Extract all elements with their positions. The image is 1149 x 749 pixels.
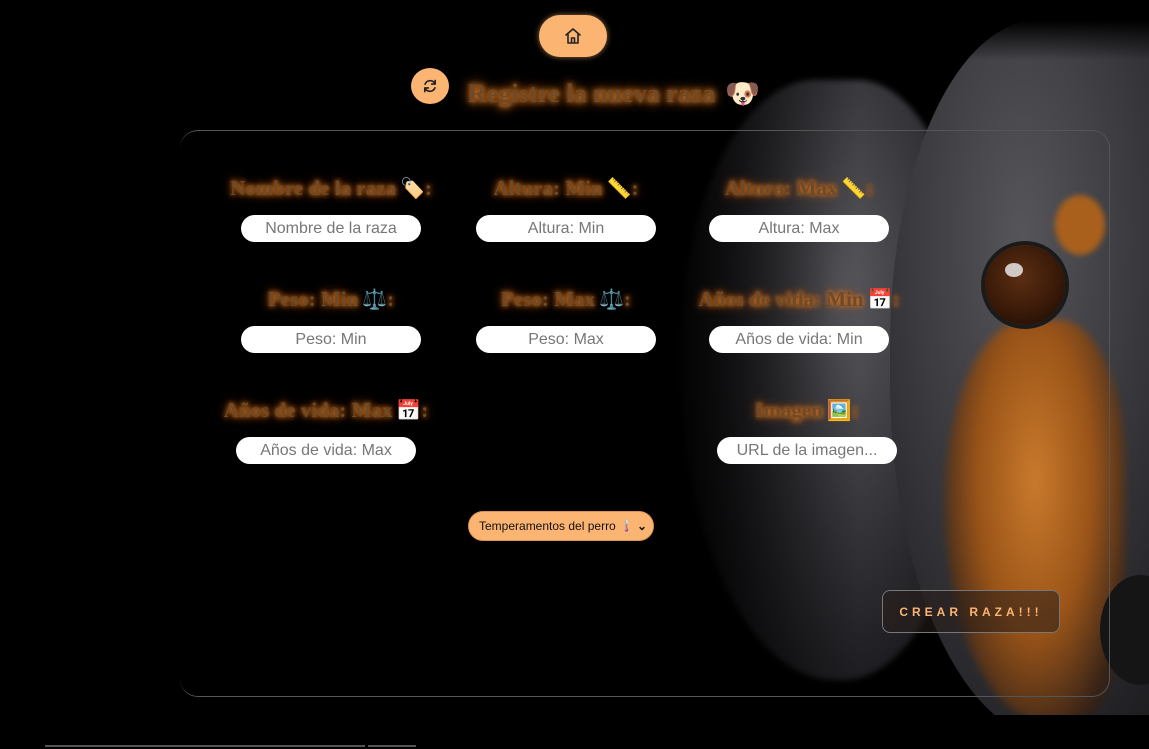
field-lifespan-min: Años de vida: Min 📅: — [674, 284, 924, 353]
calendar-icon: 📅 — [867, 289, 893, 311]
scales-icon: ⚖️ — [598, 289, 624, 311]
field-height-min: Altura: Min 📏: — [441, 173, 691, 242]
field-label: Altura: Min 📏: — [493, 176, 639, 200]
home-icon — [565, 28, 581, 44]
page-title-text: Registre la nueva raza — [468, 79, 716, 108]
field-breed-name: Nombre de la raza 🏷️: — [206, 173, 456, 242]
field-height-max: Altura: Max 📏: — [674, 173, 924, 242]
field-weight-min: Peso: Min ⚖️: — [206, 284, 456, 353]
field-label: Años de vida: Max 📅: — [223, 398, 429, 422]
field-label: Años de vida: Min 📅: — [698, 287, 900, 311]
field-weight-max: Peso: Max ⚖️: — [441, 284, 691, 353]
field-lifespan-max: Años de vida: Max 📅: — [201, 395, 451, 464]
create-breed-button[interactable]: CREAR RAZA!!! — [882, 590, 1060, 633]
field-label: Imagen 🖼️: — [755, 398, 859, 422]
scrollbar[interactable] — [45, 745, 365, 747]
field-label: Altura: Max 📏: — [724, 176, 874, 200]
field-label: Nombre de la raza 🏷️: — [230, 176, 432, 200]
refresh-icon — [423, 79, 437, 93]
dog-face-icon: 🐶 — [725, 79, 761, 110]
chevron-down-icon: ⌄ — [636, 519, 647, 533]
page-title: Registre la nueva raza 🐶 — [468, 74, 760, 114]
tag-icon: 🏷️ — [399, 178, 425, 200]
height-max-input[interactable] — [709, 215, 889, 242]
temperament-select[interactable]: Temperamentos del perro 🌡️ ⌄ — [468, 511, 654, 541]
scrollbar-thumb[interactable] — [368, 745, 416, 747]
ruler-icon: 📏 — [606, 178, 632, 200]
height-min-input[interactable] — [476, 215, 656, 242]
scales-icon: ⚖️ — [362, 289, 388, 311]
breed-name-input[interactable] — [241, 215, 421, 242]
ruler-icon: 📏 — [841, 178, 867, 200]
framed-picture-icon: 🖼️ — [826, 400, 852, 422]
field-label: Peso: Max ⚖️: — [501, 287, 631, 311]
field-label: Peso: Min ⚖️: — [267, 287, 395, 311]
image-url-input[interactable] — [717, 437, 897, 464]
home-button[interactable] — [539, 15, 607, 57]
weight-min-input[interactable] — [241, 326, 421, 353]
calendar-icon: 📅 — [396, 400, 422, 422]
refresh-button[interactable] — [411, 68, 449, 104]
lifespan-min-input[interactable] — [709, 326, 889, 353]
temperament-select-value: Temperamentos del perro 🌡️ — [479, 519, 635, 533]
field-image: Imagen 🖼️: — [682, 395, 932, 464]
lifespan-max-input[interactable] — [236, 437, 416, 464]
weight-max-input[interactable] — [476, 326, 656, 353]
